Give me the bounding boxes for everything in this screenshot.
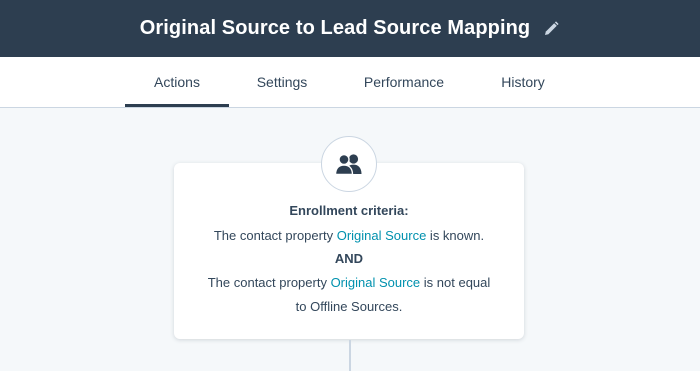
enrollment-heading: Enrollment criteria:	[289, 203, 409, 218]
tab-performance[interactable]: Performance	[356, 57, 452, 107]
criteria-2-prefix: The contact property	[207, 275, 331, 290]
pencil-icon[interactable]	[542, 20, 560, 38]
tab-history[interactable]: History	[490, 57, 556, 107]
tab-actions[interactable]: Actions	[125, 57, 229, 107]
contacts-icon	[321, 136, 377, 192]
and-joiner: AND	[334, 251, 364, 266]
criteria-1-prefix: The contact property	[213, 228, 337, 243]
criteria-line-3: to Offline Sources.	[295, 299, 403, 314]
workflow-canvas: Enrollment criteria: The contact propert…	[0, 108, 700, 371]
workflow-title: Original Source to Lead Source Mapping	[139, 17, 531, 39]
tab-settings[interactable]: Settings	[245, 57, 319, 107]
criteria-1-suffix: is known.	[426, 228, 485, 243]
criteria-line-1: The contact property Original Source is …	[174, 228, 524, 243]
workflow-connector-line	[349, 340, 351, 371]
workflow-header: Original Source to Lead Source Mapping	[0, 0, 700, 57]
criteria-line-2: The contact property Original Source is …	[174, 275, 524, 290]
tab-bar: Actions Settings Performance History	[0, 57, 700, 108]
criteria-2-suffix: is not equal	[420, 275, 491, 290]
criteria-1-property-link[interactable]: Original Source	[337, 228, 427, 243]
criteria-2-property-link[interactable]: Original Source	[331, 275, 421, 290]
